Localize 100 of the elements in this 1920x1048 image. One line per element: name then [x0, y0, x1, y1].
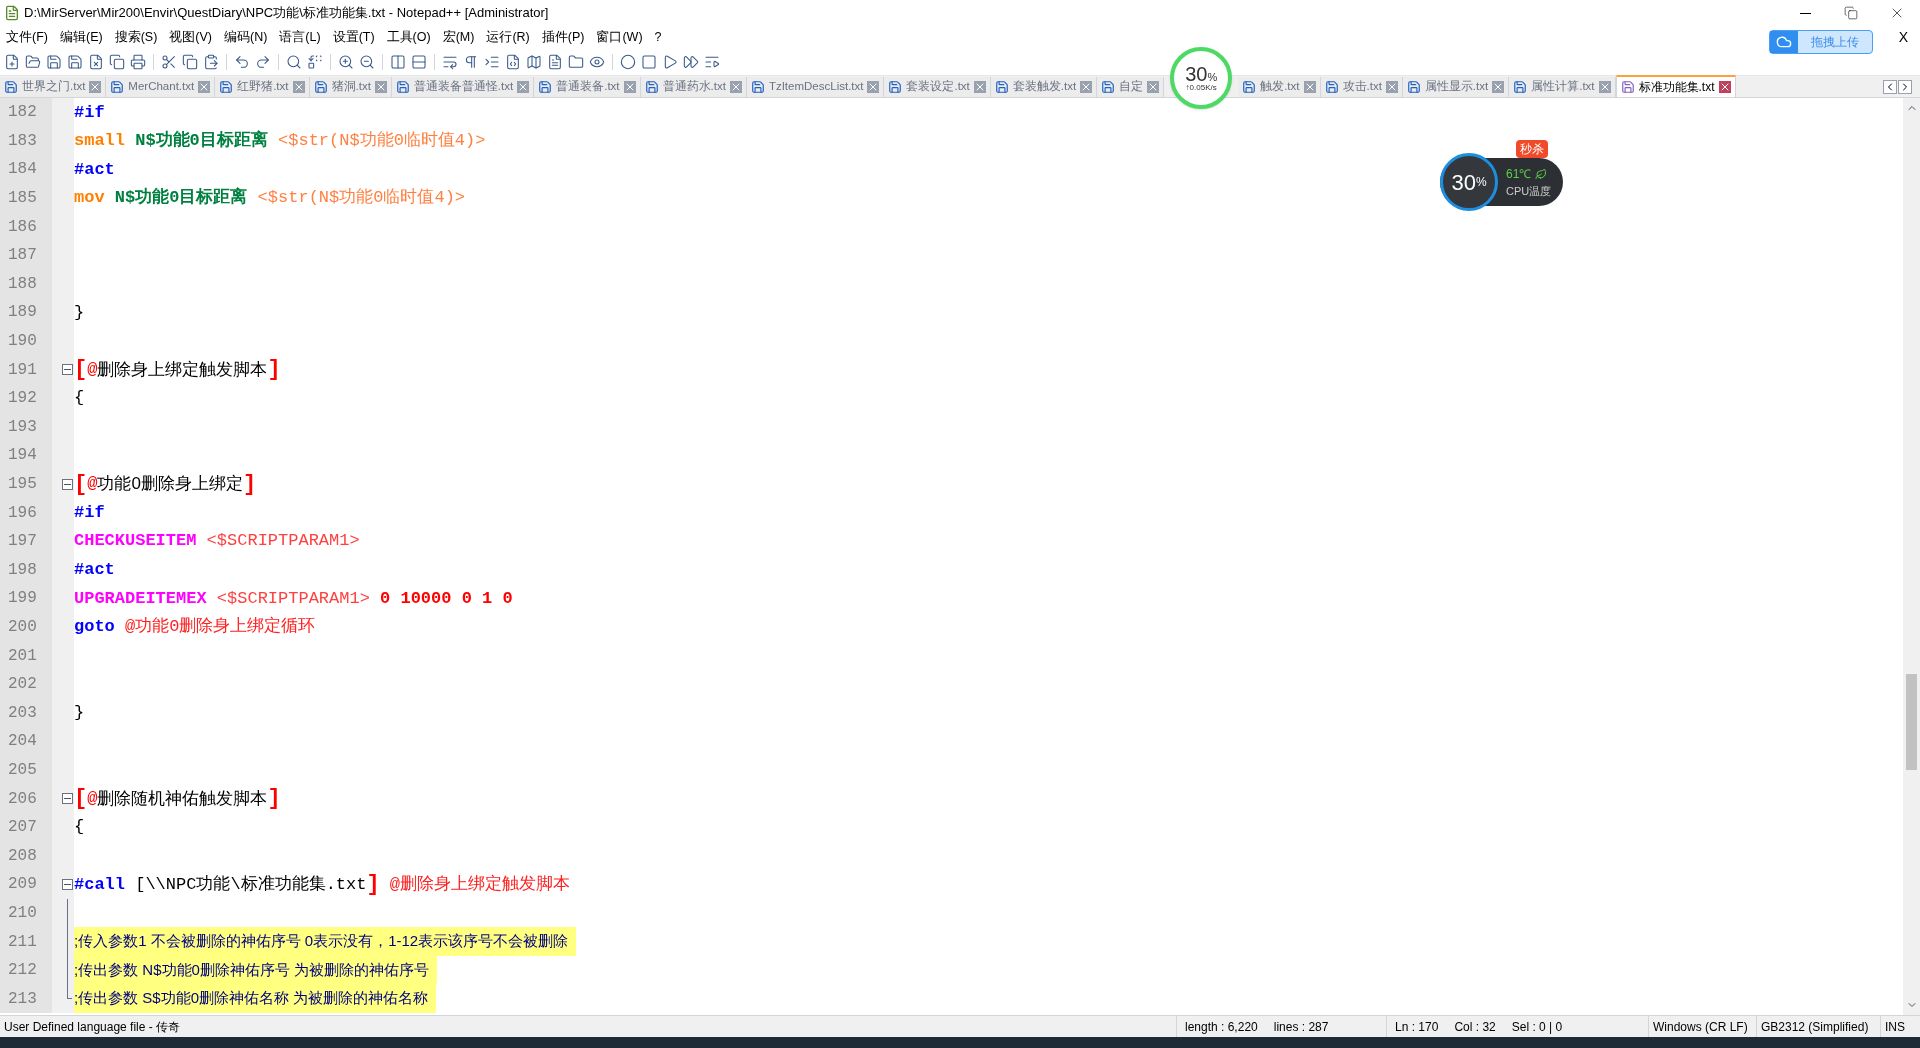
zoom-out-icon[interactable]: [359, 53, 375, 70]
floppy-icon: [538, 80, 553, 94]
scrollbar-thumb[interactable]: [1906, 674, 1917, 770]
line-number: 191: [0, 355, 52, 384]
file-code-icon[interactable]: [505, 53, 521, 70]
menu-item[interactable]: 视图(V): [163, 27, 218, 47]
menu-item[interactable]: 搜索(S): [108, 27, 164, 47]
close-tab-icon[interactable]: [729, 81, 742, 93]
tab-scroll-left-icon[interactable]: [1883, 80, 1897, 94]
code-token: N$功能0目标距离: [113, 186, 248, 210]
folder-icon[interactable]: [25, 53, 41, 70]
redo-icon[interactable]: [255, 53, 271, 70]
close-tab-icon[interactable]: [1492, 81, 1505, 93]
close-tab-icon[interactable]: [198, 81, 211, 93]
line-number: 201: [0, 641, 52, 670]
close-document-button[interactable]: X: [1886, 26, 1920, 48]
document-icon[interactable]: [547, 53, 563, 70]
menu-item[interactable]: 编辑(E): [53, 27, 109, 47]
close-tab-icon[interactable]: [1080, 81, 1093, 93]
file-tab[interactable]: 自定: [1097, 77, 1165, 97]
file-tab[interactable]: TzItemDescList.txt: [746, 77, 885, 97]
fold-toggle-icon[interactable]: [61, 364, 73, 376]
line-number: 207: [0, 812, 52, 842]
search-icon[interactable]: [286, 53, 302, 70]
file-tab[interactable]: 套装触发.txt: [990, 77, 1098, 97]
file-tab[interactable]: 属性显示.txt: [1402, 77, 1510, 97]
close-file-icon[interactable]: [88, 53, 104, 70]
floppy-icon: [219, 80, 234, 94]
columns-icon[interactable]: [390, 53, 406, 70]
menu-item[interactable]: 工具(O): [380, 27, 437, 47]
close-tab-icon[interactable]: [517, 81, 530, 93]
rows-icon[interactable]: [411, 53, 427, 70]
undo-icon[interactable]: [234, 53, 250, 70]
zoom-in-icon[interactable]: [338, 53, 354, 70]
close-tab-icon[interactable]: [1718, 81, 1731, 93]
code-token: #act: [74, 158, 115, 181]
close-tab-icon[interactable]: [89, 81, 102, 93]
floppy-icon: [994, 80, 1009, 94]
close-tab-icon[interactable]: [1385, 81, 1398, 93]
close-tab-icon[interactable]: [1598, 81, 1611, 93]
file-tab[interactable]: 套装设定.txt: [884, 77, 991, 97]
menu-item[interactable]: 编码(N): [218, 27, 274, 47]
floppy-icon: [1242, 80, 1257, 94]
file-tab[interactable]: 触发.txt: [1238, 77, 1321, 97]
copy-icon[interactable]: [182, 53, 198, 70]
menu-item[interactable]: 窗口(W): [590, 27, 649, 47]
line-number: 210: [0, 898, 52, 928]
file-tab[interactable]: 属性计算.txt: [1509, 77, 1616, 97]
file-tab[interactable]: 攻击.txt: [1320, 77, 1403, 97]
replace-icon[interactable]: [307, 53, 323, 70]
close-tab-icon[interactable]: [973, 81, 986, 93]
close-tab-icon[interactable]: [292, 81, 305, 93]
menu-item[interactable]: 运行(R): [480, 27, 536, 47]
cut-icon[interactable]: [161, 53, 177, 70]
menu-item[interactable]: 设置(T): [326, 27, 381, 47]
record-icon[interactable]: [620, 53, 636, 70]
menu-item[interactable]: 文件(F): [0, 27, 54, 47]
map-icon[interactable]: [526, 53, 542, 70]
file-tab[interactable]: 普通装备.txt: [534, 77, 641, 97]
tab-scroll-right-icon[interactable]: [1898, 80, 1912, 94]
menu-item[interactable]: ?: [648, 27, 668, 47]
close-tab-icon[interactable]: [1303, 81, 1316, 93]
pilcrow-icon[interactable]: [463, 53, 479, 70]
line-number: 205: [0, 755, 52, 785]
code-token: 0 10000 0 1 0: [379, 587, 513, 610]
file-tab[interactable]: 世界之门.txt: [0, 77, 107, 97]
menu-item[interactable]: 插件(P): [535, 27, 591, 47]
fold-toggle-icon[interactable]: [61, 793, 73, 805]
folder-icon[interactable]: [568, 53, 584, 70]
status-text: User Defined language file - 传奇: [4, 1018, 181, 1036]
line-number: 197: [0, 526, 52, 556]
fast-forward-icon[interactable]: [683, 53, 699, 70]
upload-button[interactable]: 拖拽上传: [1769, 30, 1873, 54]
new-file-icon[interactable]: [4, 53, 20, 70]
file-tab[interactable]: 普通药水.txt: [640, 77, 747, 97]
file-tab[interactable]: 标准功能集.txt: [1615, 75, 1736, 97]
line-number: 184: [0, 155, 52, 184]
app-icon: [4, 5, 20, 21]
menu-item[interactable]: 宏(M): [436, 27, 481, 47]
close-tab-icon[interactable]: [867, 81, 880, 93]
close-tab-icon[interactable]: [623, 81, 636, 93]
file-tab[interactable]: 红野猪.txt: [215, 77, 310, 97]
close-tab-icon[interactable]: [1147, 81, 1160, 93]
scrollbar[interactable]: [1903, 98, 1920, 1015]
fold-toggle-icon[interactable]: [61, 478, 73, 490]
line-number: 213: [0, 984, 52, 1013]
status-text: Windows (CR LF): [1653, 1018, 1748, 1036]
code-token: #if: [74, 501, 105, 524]
paste-icon[interactable]: [203, 53, 219, 70]
file-tab[interactable]: 普通装备普通怪.txt: [391, 77, 535, 97]
file-tab[interactable]: MerChant.txt: [106, 77, 216, 97]
menu-item[interactable]: 语言(L): [273, 27, 327, 47]
fold-toggle-icon[interactable]: [61, 878, 73, 890]
close-tab-icon[interactable]: [374, 81, 387, 93]
file-tab[interactable]: 猪洞.txt: [309, 77, 392, 97]
print-icon[interactable]: [130, 53, 146, 70]
save-all-icon[interactable]: [67, 53, 83, 70]
save-icon[interactable]: [46, 53, 62, 70]
play-icon[interactable]: [662, 53, 678, 70]
code-token: goto: [74, 616, 115, 639]
